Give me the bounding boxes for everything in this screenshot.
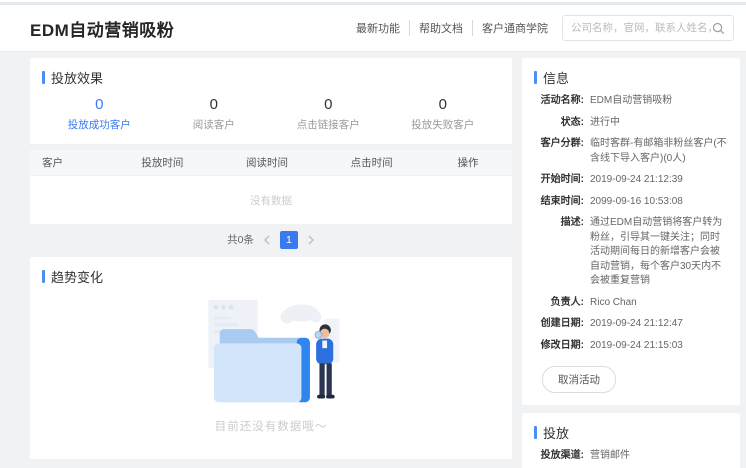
chevron-left-icon — [263, 235, 271, 245]
search-box[interactable] — [562, 15, 734, 41]
section-accent-bar — [534, 71, 537, 84]
delivery-field-list: 投放渠道: 营销邮件 邮件模版: EDM自动营销吸粉模版 2019-09-24 … — [534, 449, 728, 468]
stat-delivered-success[interactable]: 0 投放成功客户 — [42, 96, 157, 132]
field-status: 状态: 进行中 — [534, 116, 728, 131]
info-section-title: 信息 — [534, 68, 728, 87]
table-empty-state: 没有数据 — [30, 176, 512, 224]
effects-card: 投放效果 0 投放成功客户 0 阅读客户 0 点击链接客户 0 投放失败客户 — [30, 58, 512, 144]
delivery-title-text: 投放 — [543, 423, 569, 442]
col-actions: 操作 — [424, 155, 512, 170]
stat-read-customers[interactable]: 0 阅读客户 — [157, 96, 272, 132]
field-activity-name: 活动名称: EDM自动营销吸粉 — [534, 94, 728, 109]
table-header-row: 客户 投放时间 阅读时间 点击时间 操作 — [30, 150, 512, 176]
stat-value: 0 — [157, 96, 272, 113]
info-field-list: 活动名称: EDM自动营销吸粉 状态: 进行中 客户分群: 临时客群-有邮箱非粉… — [534, 94, 728, 353]
stat-clicked-link[interactable]: 0 点击链接客户 — [271, 96, 386, 132]
next-page-button[interactable] — [307, 235, 315, 245]
empty-data-illustration — [42, 292, 500, 410]
field-start-time: 开始时间: 2019-09-24 21:12:39 — [534, 173, 728, 188]
right-column: 信息 活动名称: EDM自动营销吸粉 状态: 进行中 客户分群: 临时客群-有邮… — [522, 58, 740, 459]
trend-empty-text: 目前还没有数据哦～ — [42, 418, 500, 434]
cancel-activity-button[interactable]: 取消活动 — [542, 366, 616, 393]
delivery-section-title: 投放 — [534, 423, 728, 442]
search-icon[interactable] — [712, 22, 725, 35]
chevron-right-icon — [307, 235, 315, 245]
app-header: EDM自动营销吸粉 最新功能 帮助文档 客户通商学院 — [0, 5, 746, 52]
stat-label: 投放成功客户 — [42, 117, 157, 132]
left-column: 投放效果 0 投放成功客户 0 阅读客户 0 点击链接客户 0 投放失败客户 — [30, 58, 512, 459]
nav-help-docs[interactable]: 帮助文档 — [419, 20, 473, 36]
section-accent-bar — [42, 71, 45, 84]
col-delivery-time: 投放时间 — [110, 155, 215, 170]
section-accent-bar — [42, 270, 45, 283]
stat-value: 0 — [42, 96, 157, 113]
field-delivery-channel: 投放渠道: 营销邮件 — [534, 449, 728, 464]
folder-search-illustration — [195, 292, 347, 410]
field-end-time: 结束时间: 2099-09-16 10:53:08 — [534, 195, 728, 210]
info-title-text: 信息 — [543, 68, 569, 87]
field-created-date: 创建日期: 2019-09-24 21:12:47 — [534, 317, 728, 332]
stat-label: 投放失败客户 — [386, 117, 501, 132]
field-customer-segment: 客户分群: 临时客群-有邮箱非粉丝客户(不含线下导入客户)(0人) — [534, 137, 728, 166]
field-modified-date: 修改日期: 2019-09-24 21:15:03 — [534, 339, 728, 354]
section-accent-bar — [534, 426, 537, 439]
stat-label: 点击链接客户 — [271, 117, 386, 132]
main-content: 投放效果 0 投放成功客户 0 阅读客户 0 点击链接客户 0 投放失败客户 — [0, 52, 746, 465]
delivery-table: 客户 投放时间 阅读时间 点击时间 操作 没有数据 — [30, 150, 512, 224]
nav-latest-features[interactable]: 最新功能 — [356, 20, 410, 36]
trend-card: 趋势变化 — [30, 257, 512, 459]
effects-title-text: 投放效果 — [51, 68, 103, 87]
stat-delivery-failed[interactable]: 0 投放失败客户 — [386, 96, 501, 132]
page-number-button[interactable]: 1 — [280, 231, 298, 249]
prev-page-button[interactable] — [263, 235, 271, 245]
pagination: 共0条 1 — [30, 229, 512, 251]
stat-value: 0 — [271, 96, 386, 113]
page-title: EDM自动营销吸粉 — [30, 16, 174, 41]
pagination-total: 共0条 — [227, 232, 254, 247]
search-input[interactable] — [571, 22, 712, 34]
stat-value: 0 — [386, 96, 501, 113]
col-click-time: 点击时间 — [319, 155, 424, 170]
top-nav: 最新功能 帮助文档 客户通商学院 — [356, 20, 548, 36]
col-read-time: 阅读时间 — [215, 155, 320, 170]
field-description: 描述: 通过EDM自动营销将客户转为粉丝，引导其一键关注；同时活动期间每日的新增… — [534, 216, 728, 289]
stat-label: 阅读客户 — [157, 117, 272, 132]
effects-section-title: 投放效果 — [42, 68, 500, 87]
delivery-card: 投放 投放渠道: 营销邮件 邮件模版: EDM自动营销吸粉模版 2019-09-… — [522, 413, 740, 468]
header-right: 最新功能 帮助文档 客户通商学院 — [356, 15, 734, 41]
table-empty-text: 没有数据 — [250, 193, 292, 208]
trend-title-text: 趋势变化 — [51, 267, 103, 286]
effects-stats: 0 投放成功客户 0 阅读客户 0 点击链接客户 0 投放失败客户 — [42, 96, 500, 132]
nav-academy[interactable]: 客户通商学院 — [482, 20, 548, 36]
info-card: 信息 活动名称: EDM自动营销吸粉 状态: 进行中 客户分群: 临时客群-有邮… — [522, 58, 740, 405]
field-owner: 负责人: Rico Chan — [534, 296, 728, 311]
col-customer: 客户 — [30, 155, 110, 170]
trend-section-title: 趋势变化 — [42, 267, 500, 286]
